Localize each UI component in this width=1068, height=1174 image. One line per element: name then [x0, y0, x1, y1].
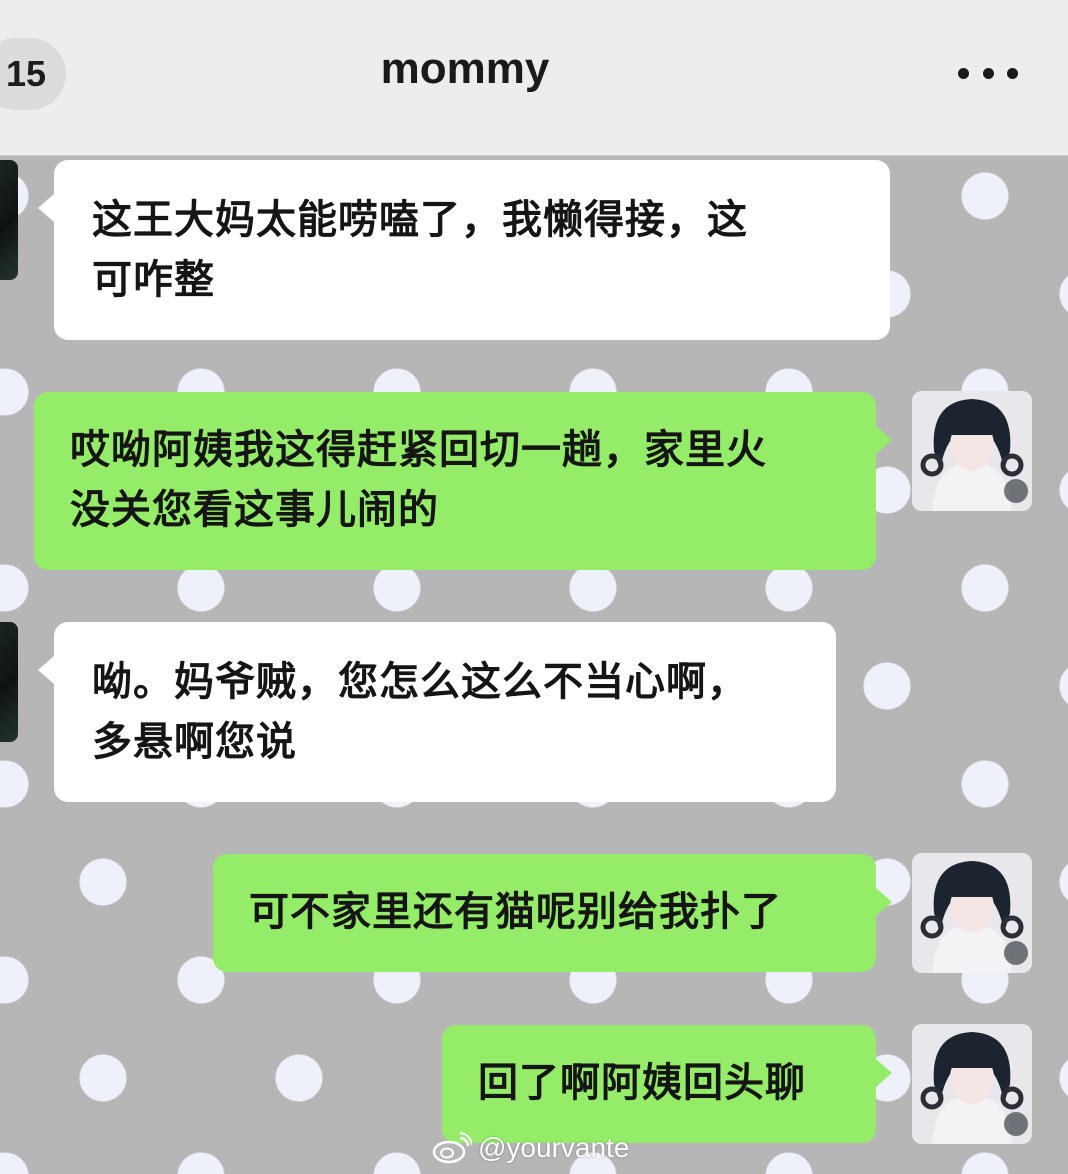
watermark-text: @yourvante — [478, 1132, 630, 1163]
avatar-photo — [912, 391, 1032, 511]
message-bubble-incoming[interactable]: 呦。妈爷贼，您怎么这么不当心啊， 多悬啊您说 — [38, 622, 836, 802]
message-bubble-outgoing[interactable]: 回了啊阿姨回头聊 — [442, 1025, 892, 1143]
message-bubble-outgoing[interactable]: 可不家里还有猫呢别给我扑了 — [213, 854, 892, 972]
chat-title: mommy — [380, 44, 550, 93]
bubble-tail — [38, 656, 54, 684]
message-line: 可不家里还有猫呢别给我扑了 — [249, 889, 782, 935]
bubble-tail — [876, 1059, 892, 1087]
message-line: 没关您看这事儿闹的 — [70, 487, 439, 533]
message-bubble-outgoing[interactable]: 哎呦阿姨我这得赶紧回切一趟，家里火 没关您看这事儿闹的 — [34, 392, 892, 570]
self-avatar[interactable] — [912, 391, 1032, 511]
watermark: @yourvante — [432, 1128, 629, 1168]
bubble-tail — [876, 888, 892, 916]
message-line: 这王大妈太能唠嗑了，我懒得接，这 — [92, 197, 748, 243]
message-line: 多悬啊您说 — [92, 719, 297, 765]
bubble-tail — [38, 194, 54, 222]
avatar-photo — [912, 1024, 1032, 1144]
more-horizontal-icon[interactable] — [958, 60, 1018, 86]
bubble-tail — [876, 426, 892, 454]
message-line: 回了啊阿姨回头聊 — [478, 1060, 806, 1106]
message-list[interactable]: 这王大妈太能唠嗑了，我懒得接，这 可咋整 哎呦阿姨我这得赶紧回切一趟，家里火 没… — [0, 156, 1068, 1174]
weibo-icon — [432, 1132, 472, 1164]
message-bubble-incoming[interactable]: 这王大妈太能唠嗑了，我懒得接，这 可咋整 — [38, 160, 890, 340]
message-line: 可咋整 — [92, 257, 215, 303]
message-line: 哎呦阿姨我这得赶紧回切一趟，家里火 — [70, 427, 767, 473]
chat-header: 15 mommy — [0, 0, 1068, 156]
avatar-photo — [912, 853, 1032, 973]
message-line: 呦。妈爷贼，您怎么这么不当心啊， — [92, 659, 748, 705]
self-avatar[interactable] — [912, 853, 1032, 973]
self-avatar[interactable] — [912, 1024, 1032, 1144]
contact-avatar[interactable] — [0, 622, 18, 742]
contact-avatar[interactable] — [0, 160, 18, 280]
